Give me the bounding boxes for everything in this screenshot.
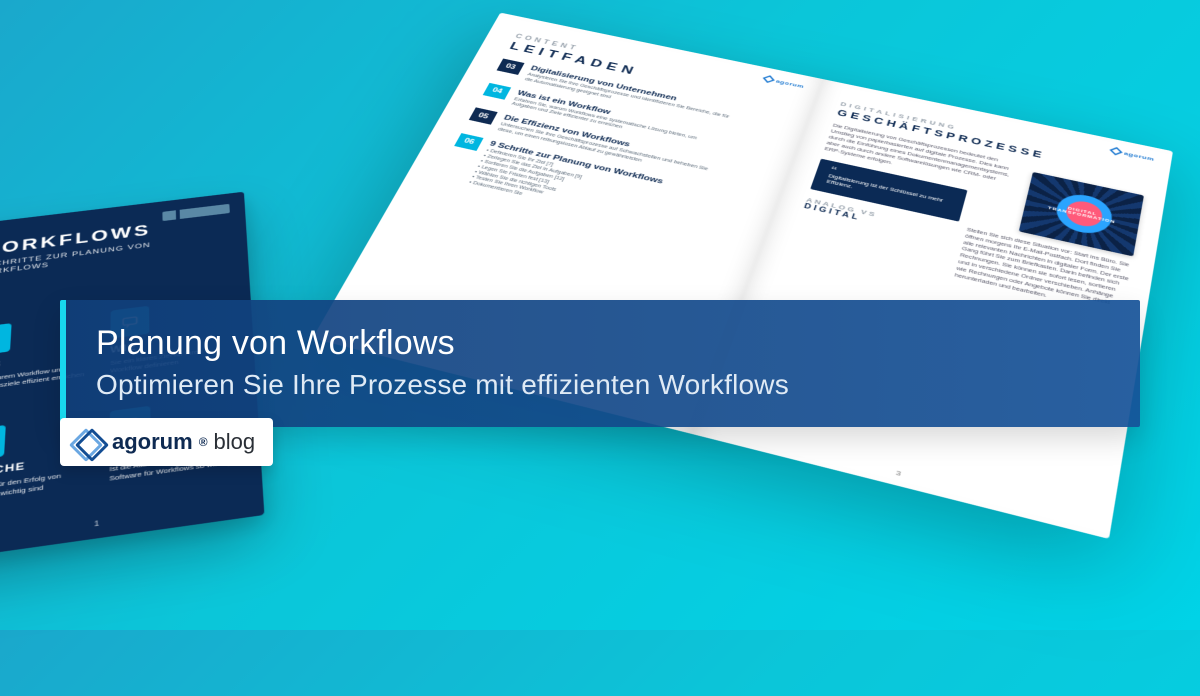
toc-number: 06 [454,133,483,151]
toc-number: 05 [469,108,498,125]
blog-badge: agorum ® blog [60,418,273,466]
page-number: 1 [94,519,99,528]
cover-item-desc: Faktoren für den Erfolg von Workflows wi… [0,469,85,504]
headline-banner: Planung von Workflows Optimieren Sie Ihr… [60,300,1140,427]
brand-mark-icon: agorum [1111,147,1155,162]
brochure-spread: agorum CONTENT LEITFADEN 03 Digitalisier… [312,13,1173,539]
banner-subtitle: Optimieren Sie Ihre Prozesse mit effizie… [96,369,1110,401]
banner-title: Planung von Workflows [96,324,1110,363]
nodes-icon [0,425,6,462]
target-icon [0,323,12,356]
badge-text: agorum ® blog [112,429,255,455]
brochure-cover-subtitle: 9 SCHRITTE ZUR PLANUNG VON WORKFLOWS [0,233,222,278]
agorum-logo-icon [74,428,102,456]
badge-brand: agorum [112,429,193,455]
badge-suffix: blog [214,429,256,455]
digital-transformation-image [1019,172,1144,256]
toc-number: 03 [497,59,525,75]
page-number: 3 [895,469,902,478]
registered-mark: ® [199,435,208,449]
toc-number: 04 [483,83,511,100]
